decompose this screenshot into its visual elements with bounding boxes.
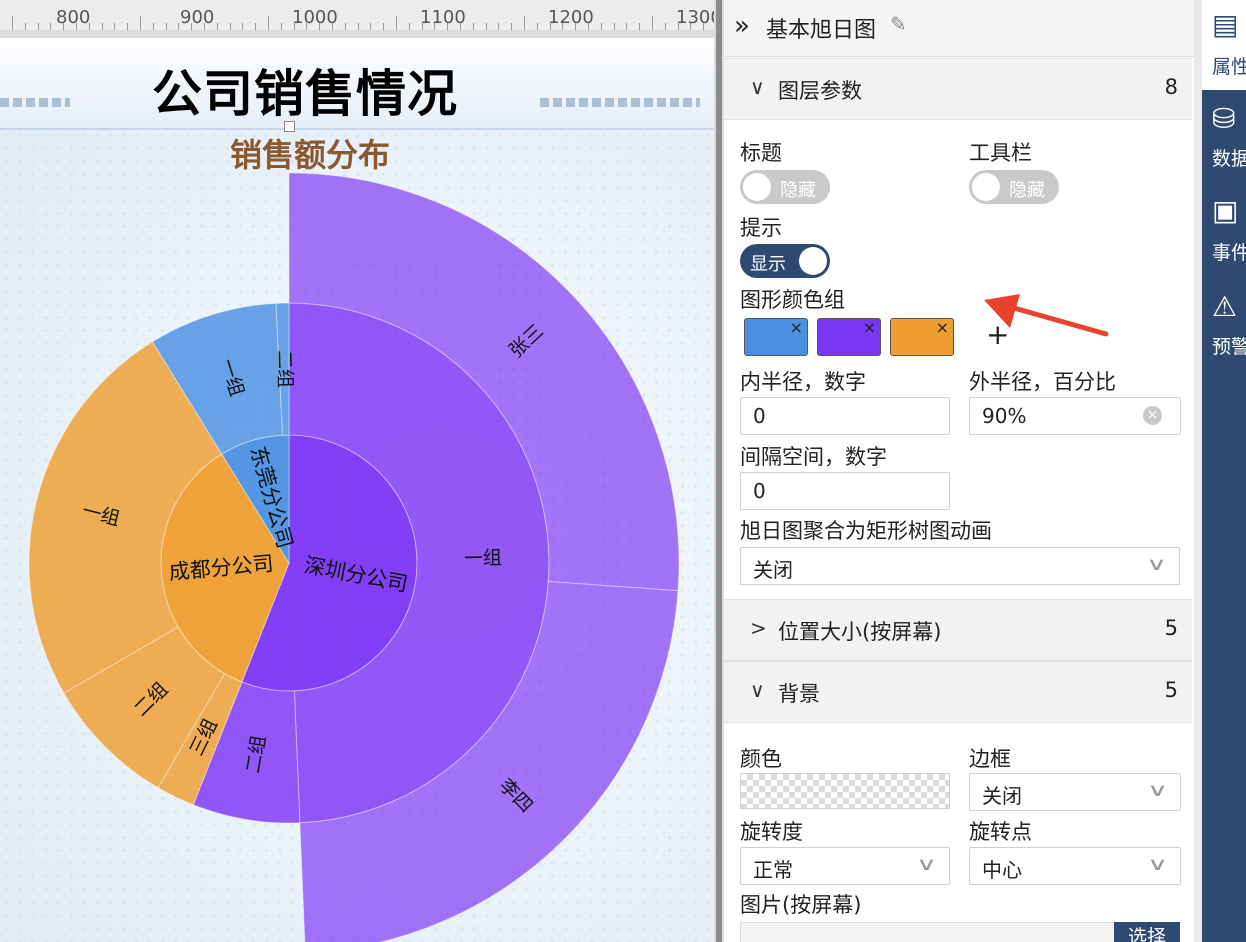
toolbar-toggle[interactable]: 隐藏 [969, 170, 1059, 204]
chevron-down-icon: ∨ [1146, 854, 1168, 875]
chevron-down-icon: ∨ [1145, 554, 1167, 575]
section-title: 图层参数 [778, 79, 862, 103]
select-value: 中心 [982, 858, 1022, 882]
pivot-select[interactable]: 中心 ∨ [969, 847, 1181, 885]
sidebar-item-events[interactable]: ▣ 事件 [1202, 190, 1246, 270]
color-swatch[interactable]: × [890, 318, 954, 356]
sidebar-label: 属性 [1212, 56, 1246, 78]
image-label: 图片(按屏幕) [740, 893, 862, 917]
bg-color-picker[interactable] [740, 773, 950, 809]
gap-label: 间隔空间，数字 [740, 445, 887, 469]
gap-input[interactable]: 0 [740, 472, 950, 510]
tooltip-toggle[interactable]: 显示 [740, 244, 830, 278]
title-toggle[interactable]: 隐藏 [740, 170, 830, 204]
sidebar-label: 预警 [1212, 336, 1246, 358]
section-title: 位置大小(按屏幕) [778, 620, 942, 644]
sidebar-label: 数据 [1212, 148, 1246, 170]
treemap-anim-select[interactable]: 关闭 ∨ [740, 547, 1180, 585]
collapse-panel-icon[interactable]: » [734, 11, 750, 41]
chevron-down-icon: ∨ [750, 75, 765, 99]
outer-radius-label: 外半径，百分比 [969, 370, 1116, 394]
title-label: 标题 [740, 141, 782, 165]
panel-header: » 基本旭日图 ✎ [724, 0, 1194, 57]
sidebar-item-data[interactable]: ⛁ 数据 [1202, 96, 1246, 176]
sunburst-label-group: 一组 [464, 547, 502, 570]
chevron-down-icon: ∨ [1146, 780, 1168, 801]
outer-radius-input[interactable]: 90% × [969, 397, 1181, 435]
remove-color-icon[interactable]: × [863, 318, 876, 337]
sidebar-item-alarm[interactable]: ⚠ 预警 [1202, 286, 1246, 366]
clear-input-icon[interactable]: × [1143, 406, 1162, 425]
select-value: 正常 [753, 858, 793, 882]
sidebar-label: 事件 [1212, 242, 1246, 264]
bg-color-label: 颜色 [740, 747, 782, 771]
choose-image-button[interactable]: 选择 [1114, 922, 1180, 942]
color-group-label: 图形颜色组 [740, 288, 845, 312]
section-count: 5 [1164, 678, 1178, 702]
component-name: 基本旭日图 [766, 18, 877, 43]
section-layer-params[interactable]: ∨ 图层参数 8 [724, 58, 1192, 120]
panel-splitter[interactable] [714, 0, 724, 942]
chevron-right-icon: > [750, 616, 767, 640]
panel-gap [1194, 0, 1202, 942]
toggle-text: 隐藏 [1009, 180, 1045, 201]
treemap-anim-label: 旭日图聚合为矩形树图动画 [740, 519, 992, 543]
section-background[interactable]: ∨ 背景 5 [724, 661, 1192, 723]
input-value: 90% [982, 404, 1027, 428]
input-value: 0 [753, 479, 766, 503]
add-color-button[interactable]: + [986, 318, 1009, 351]
toggle-text: 隐藏 [780, 180, 816, 201]
section-count: 8 [1164, 75, 1178, 99]
select-value: 关闭 [753, 558, 793, 582]
event-icon: ▣ [1212, 194, 1239, 227]
toolbar-label: 工具栏 [969, 141, 1032, 165]
border-select[interactable]: 关闭 ∨ [969, 773, 1181, 811]
sidebar-item-properties[interactable]: ▤ 属性 [1202, 0, 1246, 90]
chevron-down-icon: ∨ [915, 854, 937, 875]
section-position-size[interactable]: > 位置大小(按屏幕) 5 [724, 599, 1192, 661]
remove-color-icon[interactable]: × [790, 318, 803, 337]
rotation-label: 旋转度 [740, 820, 803, 844]
color-swatch[interactable]: × [744, 318, 808, 356]
chevron-down-icon: ∨ [750, 678, 765, 702]
inner-radius-input[interactable]: 0 [740, 397, 950, 435]
pivot-label: 旋转点 [969, 820, 1032, 844]
edit-name-icon[interactable]: ✎ [890, 12, 907, 36]
section-title: 背景 [778, 682, 820, 706]
image-path-input[interactable] [740, 922, 1116, 942]
color-swatch[interactable]: × [817, 318, 881, 356]
design-canvas[interactable]: 800 900 1000 1100 1200 1300 公司销售情况 销售额分布… [0, 0, 714, 942]
right-sidebar: ▤ 属性 ⛁ 数据 ▣ 事件 ⚠ 预警 [1202, 0, 1246, 942]
sunburst-chart[interactable]: 深圳分公司 一组张三李四二组成都分公司三组二组一组 东莞分公司一组 二组 [0, 0, 714, 942]
rotation-select[interactable]: 正常 ∨ [740, 847, 950, 885]
properties-icon: ▤ [1212, 8, 1239, 41]
section-count: 5 [1164, 616, 1178, 640]
border-label: 边框 [969, 747, 1011, 771]
input-value: 0 [753, 404, 766, 428]
inner-radius-label: 内半径，数字 [740, 370, 866, 394]
database-icon: ⛁ [1212, 102, 1236, 135]
select-value: 关闭 [982, 784, 1022, 808]
property-panel: » 基本旭日图 ✎ ∨ 图层参数 8 标题 隐藏 工具栏 隐藏 提示 显示 图形… [724, 0, 1194, 942]
toggle-text: 显示 [750, 254, 786, 275]
alarm-icon: ⚠ [1212, 290, 1238, 323]
remove-color-icon[interactable]: × [936, 318, 949, 337]
sunburst-label-group: 二组 [273, 350, 296, 389]
tooltip-label: 提示 [740, 216, 782, 240]
